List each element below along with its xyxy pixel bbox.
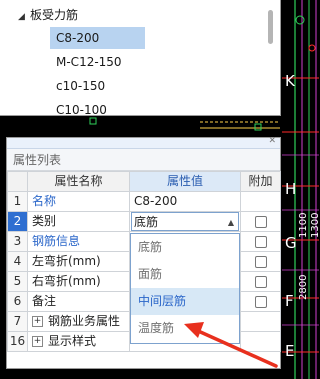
dropdown-option-top-rebar[interactable]: 面筋	[131, 261, 239, 288]
column-header-value[interactable]: 属性值	[129, 171, 241, 192]
extra-cell	[240, 211, 281, 232]
column-header-name[interactable]: 属性名称	[27, 171, 130, 192]
tree-node-slab-rebar[interactable]: ◢ 板受力筋	[18, 4, 78, 26]
extra-checkbox[interactable]	[254, 215, 267, 228]
tree-item-c8-200[interactable]: C8-200	[50, 27, 145, 49]
property-panel-title: 属性列表	[7, 149, 280, 171]
tree-item-label: C10-100	[56, 103, 107, 116]
tree-item-m-c12-150[interactable]: M-C12-150	[50, 51, 128, 73]
row-index: 6	[7, 291, 28, 312]
category-cell[interactable]: 底筋 ▲	[129, 211, 241, 232]
table-row[interactable]: 1 名称 C8-200	[7, 191, 281, 212]
extra-cell	[240, 271, 281, 292]
row-index: 5	[7, 271, 28, 292]
extra-cell	[240, 251, 281, 272]
tree-item-label: C8-200	[56, 31, 100, 45]
extra-cell	[240, 311, 281, 332]
tree-item-label: c10-150	[56, 79, 106, 93]
expand-plus-icon[interactable]: +	[32, 316, 43, 327]
dropdown-option-middle-rebar[interactable]: 中间层筋	[131, 288, 239, 315]
property-name: 右弯折(mm)	[27, 271, 130, 292]
row-index: 16	[7, 331, 28, 352]
tree-item-c10-150[interactable]: c10-150	[50, 75, 111, 97]
property-panel-titlebar[interactable]: ✕	[7, 136, 280, 149]
property-group-business[interactable]: + 钢筋业务属性	[27, 311, 130, 332]
dropdown-option-temperature-rebar[interactable]: 温度筋	[131, 315, 239, 342]
tree-scrollbar-thumb[interactable]	[268, 10, 273, 44]
cad-axis-label-f: F	[285, 292, 294, 310]
category-select-value: 底筋	[134, 215, 159, 229]
tree-item-label: M-C12-150	[56, 55, 122, 69]
property-name: 名称	[27, 191, 130, 212]
cad-dimension-1100: 1100	[298, 213, 309, 238]
extra-checkbox[interactable]	[254, 295, 267, 308]
cad-dimension-2800: 2800	[298, 275, 309, 300]
tree-node-label: 板受力筋	[30, 8, 79, 22]
cad-axis-label-e: E	[285, 342, 294, 360]
row-index: 7	[7, 311, 28, 332]
property-name: 钢筋信息	[27, 231, 130, 252]
property-value-input[interactable]: C8-200	[129, 191, 241, 212]
column-header-index	[7, 171, 28, 192]
close-icon[interactable]: ✕	[268, 136, 276, 147]
dropdown-option-bottom-rebar[interactable]: 底筋	[131, 234, 239, 261]
extra-checkbox[interactable]	[254, 275, 267, 288]
property-name: 钢筋业务属性	[48, 314, 121, 328]
extra-cell	[240, 191, 281, 212]
property-name: 显示样式	[48, 334, 97, 348]
cad-axis-label-k: K	[285, 72, 296, 90]
extra-cell	[240, 331, 281, 352]
extra-cell	[240, 231, 281, 252]
extra-checkbox[interactable]	[254, 255, 267, 268]
extra-checkbox[interactable]	[254, 235, 267, 248]
cad-dimension-1300: 1300	[310, 213, 319, 238]
property-group-display[interactable]: + 显示样式	[27, 331, 130, 352]
table-row[interactable]: 2 类别 底筋 ▲	[7, 211, 281, 232]
collapse-triangle-icon[interactable]: ◢	[18, 6, 30, 28]
row-index: 3	[7, 231, 28, 252]
rebar-tree-panel: ◢ 板受力筋 C8-200 M-C12-150 c10-150 C10-100	[0, 0, 281, 116]
column-header-extra[interactable]: 附加	[240, 171, 281, 192]
expand-plus-icon[interactable]: +	[32, 336, 43, 347]
cad-axis-label-g: G	[285, 234, 297, 252]
tree-scrollbar[interactable]	[266, 0, 278, 115]
property-name: 类别	[27, 211, 130, 232]
extra-cell	[240, 291, 281, 312]
row-index: 2	[7, 211, 28, 232]
dropdown-arrow-icon[interactable]: ▲	[228, 213, 234, 231]
category-select[interactable]: 底筋 ▲	[131, 212, 239, 231]
property-name: 左弯折(mm)	[27, 251, 130, 272]
row-index: 1	[7, 191, 28, 212]
category-dropdown-list: 底筋 面筋 中间层筋 温度筋	[130, 233, 240, 344]
tree-item-c10-100[interactable]: C10-100	[50, 99, 113, 116]
cad-axis-label-h: H	[285, 180, 296, 198]
row-index: 4	[7, 251, 28, 272]
property-name: 备注	[27, 291, 130, 312]
